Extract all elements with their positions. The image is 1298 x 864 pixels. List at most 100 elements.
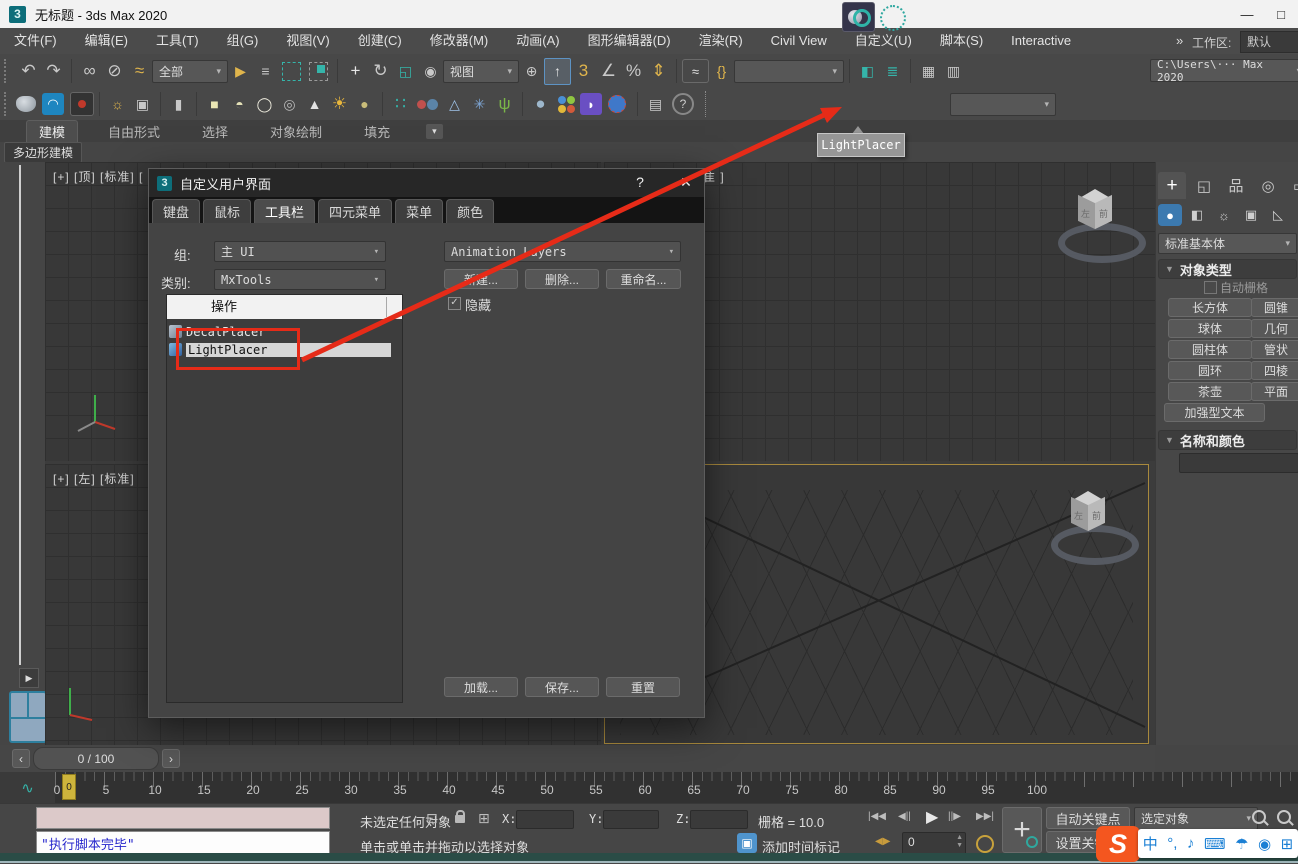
dome-light-icon[interactable]: ◓ (227, 92, 252, 117)
delete-button[interactable]: 删除... (525, 269, 599, 289)
scene-explorer-splitter[interactable] (19, 165, 21, 665)
create-geometry-icon[interactable]: ● (1158, 204, 1182, 226)
key-filters-clock-icon[interactable] (976, 835, 994, 853)
menu-item-8[interactable]: 图形编辑器(D) (574, 28, 685, 54)
dialog-tab-1[interactable]: 鼠标 (203, 199, 251, 223)
viewcube[interactable]: 左 前 (1047, 489, 1133, 559)
object-button-0[interactable]: 长方体 (1168, 298, 1252, 317)
snap-toggle-icon[interactable]: 3 (571, 59, 596, 84)
create-helpers-icon[interactable]: ◺ (1266, 204, 1290, 226)
object-button-7[interactable]: 四棱 (1251, 361, 1298, 380)
hide-checkbox[interactable]: ✓ (448, 297, 461, 310)
sphere-object-icon[interactable]: ● (528, 92, 553, 117)
object-button-5[interactable]: 管状 (1251, 340, 1298, 359)
select-object-icon[interactable]: ▶ (228, 59, 253, 84)
ime-punctuation-icon[interactable]: °, (1167, 835, 1177, 852)
go-to-end-icon[interactable]: ▶▶| (976, 811, 994, 822)
sphere-clip-icon[interactable] (608, 95, 626, 113)
category-dropdown[interactable]: MxTools ▾ (214, 269, 386, 290)
ime-keyboard-icon[interactable]: ⌨ (1204, 835, 1226, 853)
panel-tab-create[interactable]: + (1158, 172, 1186, 199)
use-center-icon[interactable]: ⊕ (519, 59, 544, 84)
menu-item-10[interactable]: Civil View (757, 28, 841, 54)
dialog-tab-5[interactable]: 颜色 (446, 199, 494, 223)
array-icon[interactable]: ∷ (388, 92, 413, 117)
play-icon[interactable]: ▶ (926, 807, 938, 827)
grass-icon[interactable]: ψ (492, 92, 517, 117)
menu-overflow-chevron[interactable]: » (1176, 33, 1183, 48)
dialog-tab-0[interactable]: 键盘 (152, 199, 200, 223)
dotted-circle-toolbar-button[interactable] (880, 5, 906, 31)
panel-tab-hierarchy[interactable]: 品 (1222, 172, 1250, 199)
redo-icon[interactable]: ↷ (41, 59, 66, 84)
lightplacer-toolbar-button[interactable] (842, 2, 875, 32)
sogou-logo-icon[interactable]: S (1096, 826, 1140, 862)
previous-frame-icon[interactable]: ◀|| (898, 811, 911, 822)
panel-tab-motion[interactable]: ◎ (1254, 172, 1282, 199)
menu-item-6[interactable]: 修改器(M) (416, 28, 503, 54)
maxscript-mini-listener-pink[interactable] (36, 807, 330, 829)
unlink-selection-icon[interactable]: ⊘ (102, 59, 127, 84)
select-and-link-icon[interactable]: ∞ (77, 59, 102, 84)
dialog-tab-3[interactable]: 四元菜单 (318, 199, 392, 223)
mirror-icon[interactable]: ◧ (855, 59, 880, 84)
ribbon-tab-selection[interactable]: 选择 (190, 121, 240, 142)
toolbar-grab-handle[interactable] (4, 92, 9, 116)
primitive-category-dropdown[interactable]: 标准基本体 ▾ (1158, 233, 1297, 254)
sun-light-icon[interactable]: ☀ (327, 92, 352, 117)
schematic-view-icon[interactable]: ▥ (941, 59, 966, 84)
clipboard-icon[interactable]: ▤ (643, 92, 668, 117)
select-rotate-icon[interactable]: ↻ (368, 59, 393, 84)
camera-lister-icon[interactable]: ▣ (130, 92, 155, 117)
load-button[interactable]: 加载... (444, 677, 518, 697)
ribbon-panel-polymodeling[interactable]: 多边形建模 (4, 142, 82, 163)
maximize-button[interactable]: □ (1264, 1, 1298, 27)
object-button-9[interactable]: 平面 (1251, 382, 1298, 401)
object-button-2[interactable]: 球体 (1168, 319, 1252, 338)
dialog-close-button[interactable]: ✕ (673, 174, 699, 191)
oval-light-icon[interactable]: ◯ (252, 92, 277, 117)
object-button-4[interactable]: 圆柱体 (1168, 340, 1252, 359)
angle-snap-icon[interactable]: ∠ (596, 59, 621, 84)
track-bar[interactable]: ∿ 05101520253035404550556065707580859095… (0, 772, 1298, 804)
frame-step-arrows-icon[interactable]: ◀▶ (875, 836, 890, 847)
next-frame-icon[interactable]: ||▶ (948, 811, 961, 822)
ime-voice-icon[interactable]: ♪ (1187, 835, 1195, 852)
viewport-layout-tab-icon[interactable] (9, 691, 47, 743)
ribbon-tab-freeform[interactable]: 自由形式 (96, 121, 172, 142)
selection-lock-icon[interactable] (455, 815, 465, 823)
x-coordinate-field[interactable] (516, 810, 574, 829)
viewcube[interactable]: 左 前 (1054, 187, 1140, 257)
selection-region-icon[interactable] (282, 62, 301, 81)
zoom-region-icon[interactable] (1277, 810, 1291, 824)
viewport-top-label[interactable]: [+] [顶] [标准] [ (53, 168, 143, 185)
pylon-icon[interactable]: △ (442, 92, 467, 117)
object-type-rollout[interactable]: ▼ 对象类型 (1158, 259, 1297, 279)
frame-indicator[interactable]: 0 / 100 (33, 747, 159, 770)
mask-icon[interactable]: ◗ (580, 93, 602, 115)
dialog-help-button[interactable]: ? (627, 174, 653, 190)
object-button-1[interactable]: 圆锥 (1251, 298, 1298, 317)
menu-item-7[interactable]: 动画(A) (502, 28, 573, 54)
render-setup-icon[interactable] (16, 96, 36, 112)
zoom-icon[interactable] (1252, 810, 1266, 824)
menu-item-5[interactable]: 创建(C) (344, 28, 416, 54)
rendered-frame-window-icon[interactable]: ◠ (42, 93, 64, 115)
undo-icon[interactable]: ↶ (16, 59, 41, 84)
dialog-tab-2[interactable]: 工具栏 (254, 199, 315, 223)
selection-filter-set-dropdown[interactable]: 选定对象 ▾ (1134, 807, 1258, 830)
action-list-header[interactable]: 操作 (167, 295, 402, 319)
cone-light-icon[interactable]: ▲ (302, 92, 327, 117)
go-to-start-icon[interactable]: |◀◀ (868, 811, 886, 822)
object-button-textplus[interactable]: 加强型文本 (1164, 403, 1265, 422)
autogrid-checkbox[interactable] (1204, 281, 1217, 294)
rect-light-icon[interactable]: ■ (202, 92, 227, 117)
toolbar-empty-dropdown[interactable]: ▾ (950, 93, 1056, 116)
select-place-icon[interactable]: ◉ (418, 59, 443, 84)
menu-item-9[interactable]: 渲染(R) (685, 28, 757, 54)
create-lights-icon[interactable]: ☼ (1212, 204, 1236, 226)
reset-button[interactable]: 重置 (606, 677, 680, 697)
select-scale-icon[interactable]: ◱ (393, 59, 418, 84)
mesh-teapot-icon[interactable]: ◎ (277, 92, 302, 117)
menu-item-0[interactable]: 文件(F) (0, 28, 71, 54)
